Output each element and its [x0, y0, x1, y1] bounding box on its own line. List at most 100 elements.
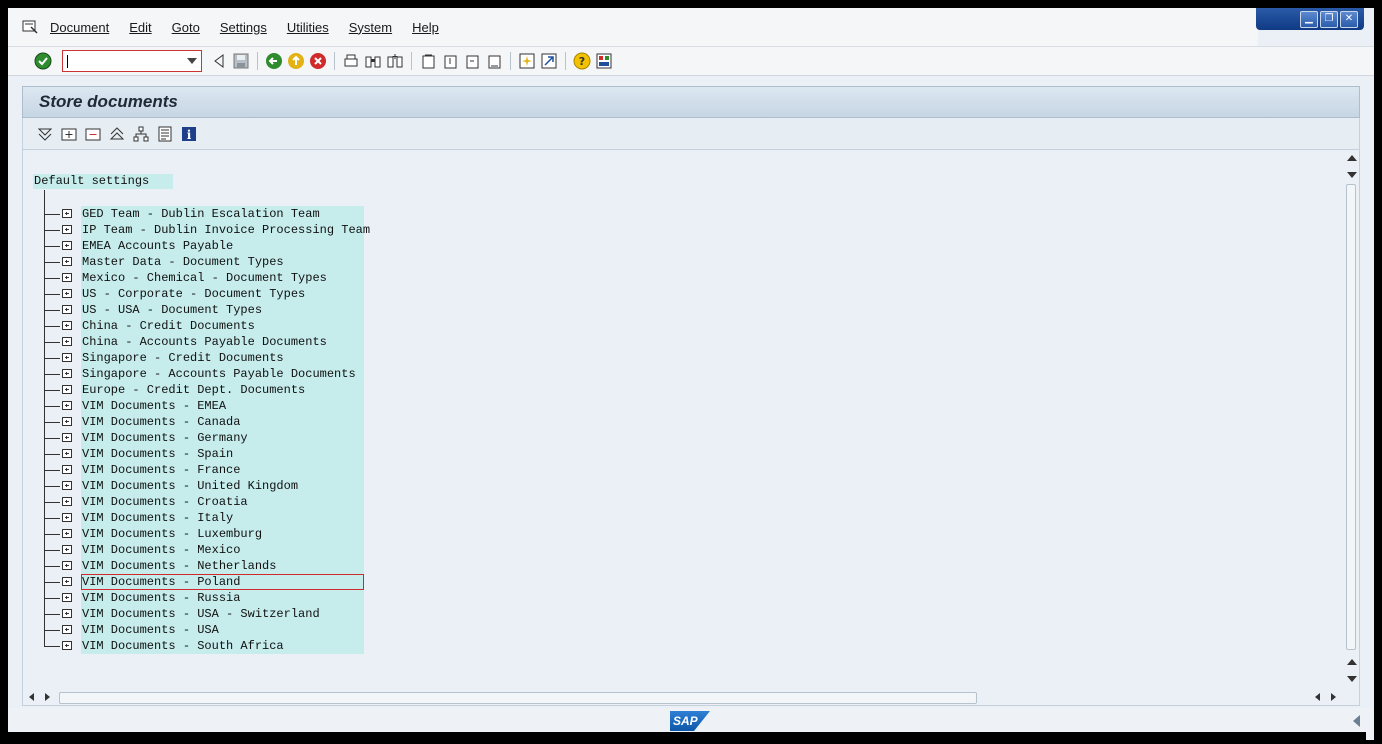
tree-node-label[interactable]: VIM Documents - Poland: [81, 574, 364, 590]
help-button[interactable]: ?: [572, 51, 592, 71]
expand-node-icon[interactable]: [62, 289, 72, 298]
next-page-button[interactable]: [462, 51, 482, 71]
tree-node-label[interactable]: VIM Documents - Luxemburg: [81, 526, 364, 542]
scroll-down-icon[interactable]: [1347, 172, 1357, 178]
vertical-scroll-thumb[interactable]: [1346, 184, 1356, 650]
tree-node-label[interactable]: VIM Documents - Netherlands: [81, 558, 364, 574]
tree-node-label[interactable]: Singapore - Credit Documents: [81, 350, 364, 366]
expand-node-icon[interactable]: [62, 305, 72, 314]
back-button[interactable]: [264, 51, 284, 71]
exit-button[interactable]: [286, 51, 306, 71]
find-button[interactable]: [363, 51, 383, 71]
generate-shortcut-button[interactable]: [539, 51, 559, 71]
tree-node-label[interactable]: VIM Documents - Canada: [81, 414, 364, 430]
scroll-down-icon[interactable]: [1347, 676, 1357, 682]
expand-node-icon[interactable]: [62, 513, 72, 522]
expand-all-button[interactable]: [35, 124, 55, 144]
expand-node-icon[interactable]: [62, 577, 72, 586]
cancel-button[interactable]: [308, 51, 328, 71]
expand-node-icon[interactable]: [62, 609, 72, 618]
previous-page-button[interactable]: [440, 51, 460, 71]
scroll-up-icon[interactable]: [1347, 155, 1357, 161]
command-field-toggle-button[interactable]: [209, 51, 229, 71]
scroll-up-icon[interactable]: [1347, 659, 1357, 665]
expand-node-icon[interactable]: [62, 641, 72, 650]
expand-node-icon[interactable]: [62, 209, 72, 218]
expand-node-icon[interactable]: [62, 369, 72, 378]
details-button[interactable]: [155, 124, 175, 144]
tree-node-label[interactable]: VIM Documents - Russia: [81, 590, 364, 606]
vertical-scrollbar[interactable]: [1343, 150, 1359, 690]
expand-node-icon[interactable]: [62, 241, 72, 250]
tree-node-label[interactable]: VIM Documents - Croatia: [81, 494, 364, 510]
status-bar-toggle-icon[interactable]: [1353, 715, 1360, 727]
scroll-left-icon[interactable]: [1315, 693, 1320, 701]
save-button[interactable]: [231, 51, 251, 71]
tree-node-label[interactable]: VIM Documents - Germany: [81, 430, 364, 446]
tree-node-label[interactable]: VIM Documents - USA: [81, 622, 364, 638]
tree-node-label[interactable]: GED Team - Dublin Escalation Team: [81, 206, 364, 222]
tree-node-label[interactable]: China - Accounts Payable Documents: [81, 334, 364, 350]
tree-node-label[interactable]: VIM Documents - EMEA: [81, 398, 364, 414]
expand-node-icon[interactable]: [62, 625, 72, 634]
expand-node-icon[interactable]: [62, 593, 72, 602]
scroll-right-icon[interactable]: [1331, 693, 1336, 701]
tree-node-label[interactable]: VIM Documents - South Africa: [81, 638, 364, 654]
print-button[interactable]: [341, 51, 361, 71]
scroll-right-icon[interactable]: [45, 693, 50, 701]
expand-node-icon[interactable]: [62, 497, 72, 506]
enter-button[interactable]: [33, 51, 53, 71]
tree-root-label[interactable]: Default settings: [33, 174, 173, 189]
tree-node-label[interactable]: Master Data - Document Types: [81, 254, 364, 270]
menu-goto[interactable]: Goto: [172, 20, 200, 35]
close-icon[interactable]: ✕: [1340, 10, 1358, 28]
tree-node-label[interactable]: VIM Documents - France: [81, 462, 364, 478]
expand-node-icon[interactable]: [62, 337, 72, 346]
restore-icon[interactable]: ❐: [1320, 10, 1338, 28]
expand-node-icon[interactable]: [62, 257, 72, 266]
find-next-button[interactable]: [385, 51, 405, 71]
information-button[interactable]: i: [179, 124, 199, 144]
tree-node-label[interactable]: China - Credit Documents: [81, 318, 364, 334]
menu-options-icon[interactable]: [22, 20, 38, 34]
menu-document[interactable]: Document: [50, 20, 109, 35]
collapse-all-button[interactable]: [107, 124, 127, 144]
tree-node-label[interactable]: IP Team - Dublin Invoice Processing Team: [81, 222, 370, 238]
tree-node-label[interactable]: US - Corporate - Document Types: [81, 286, 364, 302]
minimize-icon[interactable]: ▁: [1300, 10, 1318, 28]
expand-node-icon[interactable]: [62, 225, 72, 234]
collapse-node-button[interactable]: [83, 124, 103, 144]
menu-utilities[interactable]: Utilities: [287, 20, 329, 35]
tree-node-label[interactable]: EMEA Accounts Payable: [81, 238, 364, 254]
hierarchy-button[interactable]: [131, 124, 151, 144]
expand-node-icon[interactable]: [62, 433, 72, 442]
first-page-button[interactable]: [418, 51, 438, 71]
tree-node-label[interactable]: Europe - Credit Dept. Documents: [81, 382, 364, 398]
menu-system[interactable]: System: [349, 20, 392, 35]
chevron-down-icon[interactable]: [187, 58, 197, 64]
tree-node-label[interactable]: Singapore - Accounts Payable Documents: [81, 366, 364, 382]
expand-node-icon[interactable]: [62, 465, 72, 474]
expand-node-icon[interactable]: [62, 401, 72, 410]
last-page-button[interactable]: [484, 51, 504, 71]
tree-node-label[interactable]: VIM Documents - Italy: [81, 510, 364, 526]
tree-node-label[interactable]: VIM Documents - Mexico: [81, 542, 364, 558]
create-session-button[interactable]: [517, 51, 537, 71]
expand-node-icon[interactable]: [62, 353, 72, 362]
tree-node-label[interactable]: VIM Documents - Spain: [81, 446, 364, 462]
customize-layout-button[interactable]: [594, 51, 614, 71]
horizontal-scrollbar[interactable]: [23, 689, 1345, 705]
menu-help[interactable]: Help: [412, 20, 439, 35]
expand-node-icon[interactable]: [62, 449, 72, 458]
command-field[interactable]: [62, 50, 202, 72]
menu-settings[interactable]: Settings: [220, 20, 267, 35]
expand-node-icon[interactable]: [62, 321, 72, 330]
tree-node-label[interactable]: Mexico - Chemical - Document Types: [81, 270, 364, 286]
menu-edit[interactable]: Edit: [129, 20, 151, 35]
expand-node-icon[interactable]: [62, 545, 72, 554]
scroll-left-icon[interactable]: [29, 693, 34, 701]
expand-node-icon[interactable]: [62, 481, 72, 490]
tree-node-label[interactable]: VIM Documents - USA - Switzerland: [81, 606, 364, 622]
expand-node-button[interactable]: [59, 124, 79, 144]
expand-node-icon[interactable]: [62, 529, 72, 538]
